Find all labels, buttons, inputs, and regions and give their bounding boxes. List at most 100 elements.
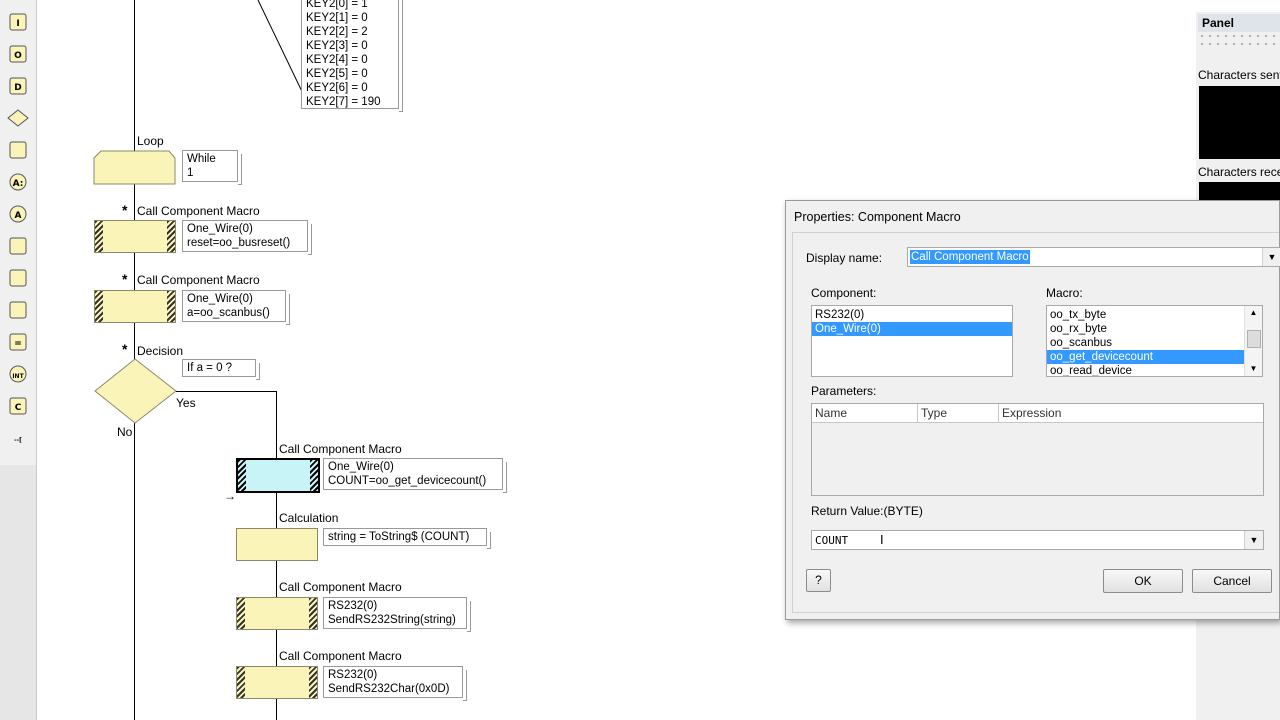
svg-text:--[: --[ (14, 437, 22, 444)
chevron-down-icon[interactable]: ▼ (1262, 248, 1280, 266)
decision-icon[interactable] (6, 106, 30, 130)
macro3-title: Call Component Macro (279, 442, 402, 456)
loop-icon[interactable] (6, 298, 30, 322)
help-button[interactable]: ? (806, 569, 831, 592)
svg-text:O: O (14, 51, 22, 61)
decision-block[interactable] (93, 357, 179, 425)
display-name-combo[interactable]: Call Component Macro ▼ (907, 247, 1280, 267)
calculation-icon[interactable]: A: (6, 170, 30, 194)
macro5-title: Call Component Macro (279, 649, 402, 663)
comment-icon[interactable]: --[ (6, 426, 30, 450)
component-list-item[interactable]: RS232(0) (812, 308, 1012, 322)
interrupt-icon[interactable]: INT (6, 362, 30, 386)
scroll-up-icon[interactable]: ▲ (1245, 306, 1262, 320)
component-macro-icon[interactable] (6, 234, 30, 258)
toolbar-empty-area (0, 465, 36, 720)
macro-list-item[interactable]: oo_scanbus (1047, 336, 1245, 350)
dialog-title: Properties: Component Macro (794, 210, 961, 224)
parameters-label: Parameters: (811, 384, 877, 398)
key-assign-line: KEY2[6] = 0 (306, 82, 368, 94)
macro-list-item[interactable]: oo_get_devicecount (1047, 350, 1245, 364)
component-list[interactable]: RS232(0) One_Wire(0) (811, 305, 1013, 377)
macro4-title: Call Component Macro (279, 580, 402, 594)
component-list-item[interactable]: One_Wire(0) (812, 322, 1012, 336)
macro2-block[interactable] (94, 290, 176, 323)
macro5-info: RS232(0) SendRS232Char(0x0D) (323, 666, 467, 701)
delay-icon[interactable]: D (6, 74, 30, 98)
panel-grid (1198, 32, 1280, 48)
parameters-grid[interactable]: Name Type Expression (811, 403, 1264, 496)
scroll-thumb[interactable] (1247, 330, 1261, 348)
calc-info-line1: string = ToString$ (COUNT) (328, 531, 470, 543)
macro-list-item[interactable]: oo_rx_byte (1047, 322, 1245, 336)
macro-list[interactable]: oo_tx_byte oo_rx_byte oo_scanbus oo_get_dev… (1046, 305, 1263, 377)
cancel-button[interactable]: Cancel (1192, 569, 1272, 593)
macro2-info-line1: One_Wire(0) (187, 293, 253, 305)
param-col-name[interactable]: Name (812, 404, 918, 423)
decision-no-label: No (117, 425, 133, 439)
macro-list-scrollbar[interactable]: ▲ ▼ (1244, 306, 1262, 376)
calc-info: string = ToString$ (COUNT) (323, 528, 491, 549)
characters-received-display (1199, 182, 1280, 202)
macro3-block-selected[interactable] (236, 458, 320, 493)
current-step-arrow: → (224, 489, 236, 503)
macro2-info: One_Wire(0) a=oo_scanbus() (182, 290, 290, 325)
macro5-block[interactable] (236, 666, 318, 699)
svg-text:INT: INT (12, 373, 24, 380)
output-icon[interactable]: O (6, 42, 30, 66)
svg-text:I: I (16, 19, 19, 29)
macro4-info-line2: SendRS232String(string) (328, 614, 456, 626)
input-icon[interactable]: I (6, 10, 30, 34)
loop-block[interactable] (93, 150, 177, 186)
svg-text:D: D (14, 83, 21, 93)
macro2-info-line2: a=oo_scanbus() (187, 307, 270, 319)
characters-received-label: Characters recei (1198, 165, 1280, 179)
connection-icon[interactable]: A (6, 202, 30, 226)
c-code-icon[interactable]: C (6, 394, 30, 418)
macro3-info-line1: One_Wire(0) (328, 461, 394, 473)
macro-icon[interactable] (6, 266, 30, 290)
macro1-info: One_Wire(0) reset=oo_busreset() (182, 220, 312, 255)
characters-sent-display (1199, 86, 1280, 159)
macro1-block[interactable] (94, 220, 176, 253)
scroll-down-icon[interactable]: ▼ (1245, 362, 1262, 376)
macro3-info: One_Wire(0) COUNT=oo_get_devicecount() (323, 458, 507, 493)
decision-yes-label: Yes (176, 396, 196, 410)
return-value-label: Return Value:(BYTE) (811, 504, 923, 518)
decision-info-line1: If a = 0 ? (187, 362, 233, 374)
loop-info-line2: 1 (187, 167, 194, 179)
key-assign-line: KEY2[0] = 1 (306, 0, 368, 10)
string-icon[interactable]: = (6, 330, 30, 354)
key-assign-line: KEY2[3] = 0 (306, 40, 368, 52)
component-label: Component: (811, 286, 877, 300)
key-assign-line: KEY2[4] = 0 (306, 54, 368, 66)
calc-block[interactable] (236, 528, 318, 561)
macro1-info-line1: One_Wire(0) (187, 223, 253, 235)
switch-icon[interactable] (6, 138, 30, 162)
macro4-info-line1: RS232(0) (328, 600, 378, 612)
param-col-type[interactable]: Type (918, 404, 999, 423)
svg-text:A: A (15, 211, 22, 221)
svg-text:=: = (14, 339, 22, 349)
return-value-text[interactable]: COUNT (815, 534, 848, 547)
panel-title: Panel (1198, 14, 1280, 32)
properties-dialog: Properties: Component Macro Display name… (785, 200, 1280, 620)
macro-list-item[interactable]: oo_tx_byte (1047, 308, 1245, 322)
macro4-block[interactable] (236, 597, 318, 630)
macro3-info-line2: COUNT=oo_get_devicecount() (328, 475, 487, 487)
decision-title: Decision (137, 344, 184, 358)
chevron-down-icon[interactable]: ▼ (1244, 531, 1263, 549)
text-cursor-icon: I (880, 532, 884, 547)
display-name-value[interactable]: Call Component Macro (910, 250, 1030, 264)
macro2-title: Call Component Macro (137, 273, 260, 287)
return-value-combo[interactable]: COUNT I ▼ (811, 530, 1264, 550)
macro5-info-line2: SendRS232Char(0x0D) (328, 683, 450, 695)
key-assign-line: KEY2[7] = 190 (306, 96, 381, 108)
macro-list-item[interactable]: oo_read_device (1047, 364, 1245, 376)
key-assign-line: KEY2[5] = 0 (306, 68, 368, 80)
loop-info-line1: While (187, 153, 216, 165)
param-col-expression[interactable]: Expression (999, 404, 1263, 423)
decision-info: If a = 0 ? (182, 359, 260, 380)
characters-sent-label: Characters sent (1198, 68, 1280, 82)
ok-button[interactable]: OK (1103, 569, 1183, 593)
